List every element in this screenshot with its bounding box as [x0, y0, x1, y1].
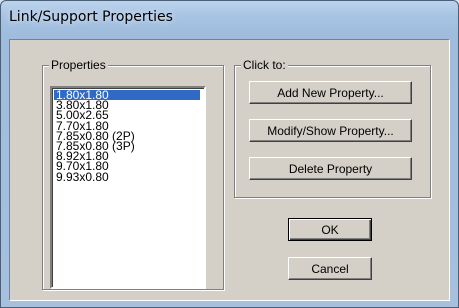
dialog-window: Link/Support Properties Properties 1.80x… — [0, 0, 459, 308]
add-new-property-button[interactable]: Add New Property... — [249, 81, 412, 104]
ok-button[interactable]: OK — [288, 218, 372, 241]
list-item[interactable]: 9.93x0.80 — [54, 170, 204, 182]
properties-group-label: Properties — [49, 58, 108, 72]
modify-show-property-button[interactable]: Modify/Show Property... — [249, 119, 412, 142]
properties-listbox[interactable]: 1.80x1.80 3.80x1.80 5.00x2.65 7.70x1.80 7.85… — [50, 86, 206, 289]
click-to-group-label: Click to: — [241, 58, 288, 72]
cancel-button[interactable]: Cancel — [288, 257, 372, 280]
delete-property-button[interactable]: Delete Property — [249, 157, 412, 180]
window-title: Link/Support Properties — [9, 9, 173, 25]
title-bar[interactable]: Link/Support Properties — [1, 1, 458, 35]
